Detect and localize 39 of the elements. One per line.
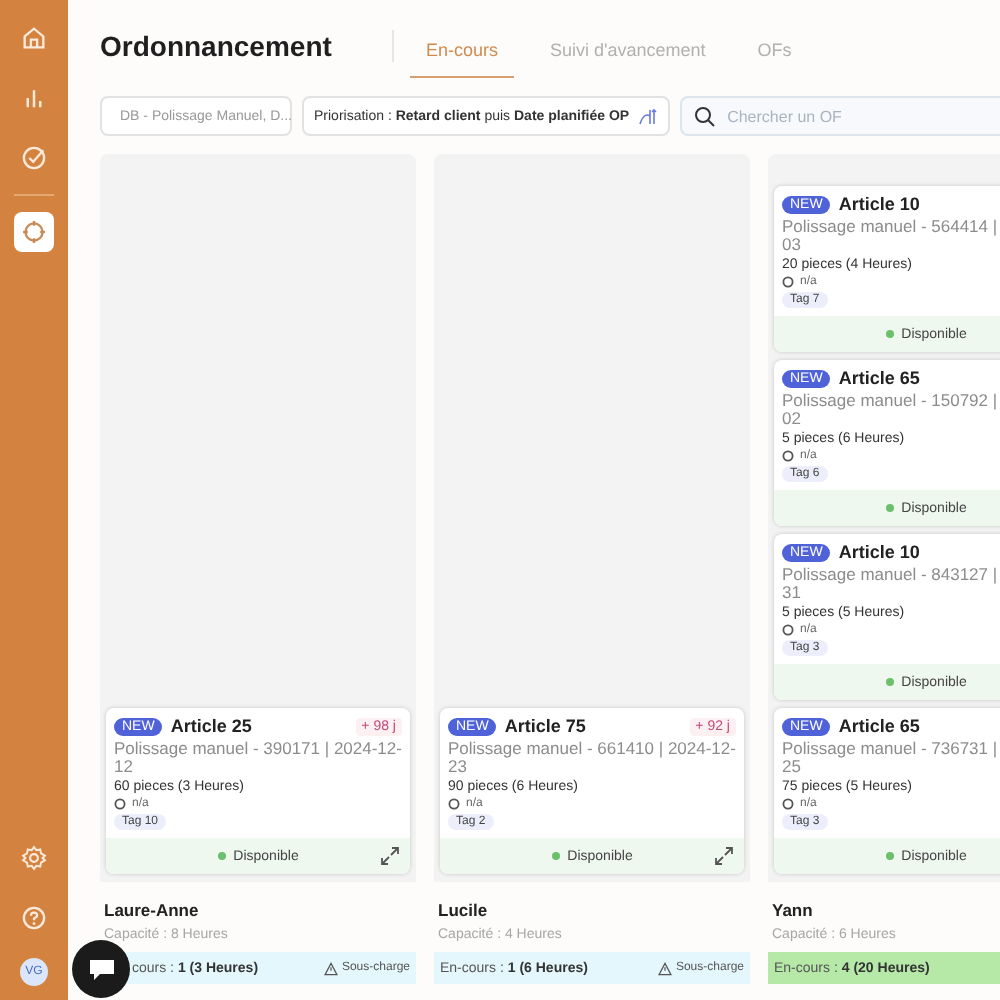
order-detail: 23	[448, 758, 467, 776]
operator-name: Laure-Anne	[104, 900, 201, 920]
operator-name: Yann	[772, 900, 815, 920]
operator-icon	[114, 798, 126, 810]
order-detail: Polissage manuel - 843127 |	[782, 566, 1000, 584]
operator-icon	[782, 798, 794, 810]
article-title: Article 65	[838, 716, 922, 736]
warning-icon	[323, 961, 338, 975]
chat-button[interactable]	[72, 940, 130, 998]
search-field[interactable]: Chercher un OF	[679, 96, 1000, 136]
order-detail: 03	[782, 236, 801, 254]
article-title: Article 10	[838, 194, 922, 214]
order-detail: 12	[114, 758, 133, 776]
order-detail: Polissage manuel - 390171 | 2024-12-	[114, 740, 402, 758]
page-title: Ordonnancement	[100, 30, 334, 62]
order-detail: Polissage manuel - 661410 | 2024-12-	[448, 740, 736, 758]
expand-icon[interactable]	[380, 846, 400, 866]
operator-icon	[782, 276, 794, 288]
article-title: Article 65	[838, 368, 922, 388]
order-detail: 02	[782, 410, 801, 428]
article-title: Article 25	[170, 716, 254, 736]
operator-icon	[782, 624, 794, 636]
operator-icon	[448, 798, 460, 810]
operator-name: Lucile	[438, 900, 490, 920]
order-detail: Polissage manuel - 736731 |	[782, 740, 1000, 758]
order-detail: Polissage manuel - 150792 |	[782, 392, 1000, 410]
order-detail: Polissage manuel - 564414 |	[782, 218, 1000, 236]
search-icon	[693, 105, 716, 127]
chat-icon	[87, 957, 115, 981]
article-title: Article 75	[504, 716, 588, 736]
expand-icon[interactable]	[714, 846, 734, 866]
target-icon[interactable]	[14, 212, 54, 252]
operator-icon	[782, 450, 794, 462]
order-detail: 31	[782, 584, 801, 602]
search-input[interactable]: Chercher un OF	[723, 105, 972, 127]
warning-icon	[657, 961, 672, 975]
article-title: Article 10	[838, 542, 922, 562]
sort-icon	[637, 107, 658, 125]
order-detail: 25	[782, 758, 801, 776]
